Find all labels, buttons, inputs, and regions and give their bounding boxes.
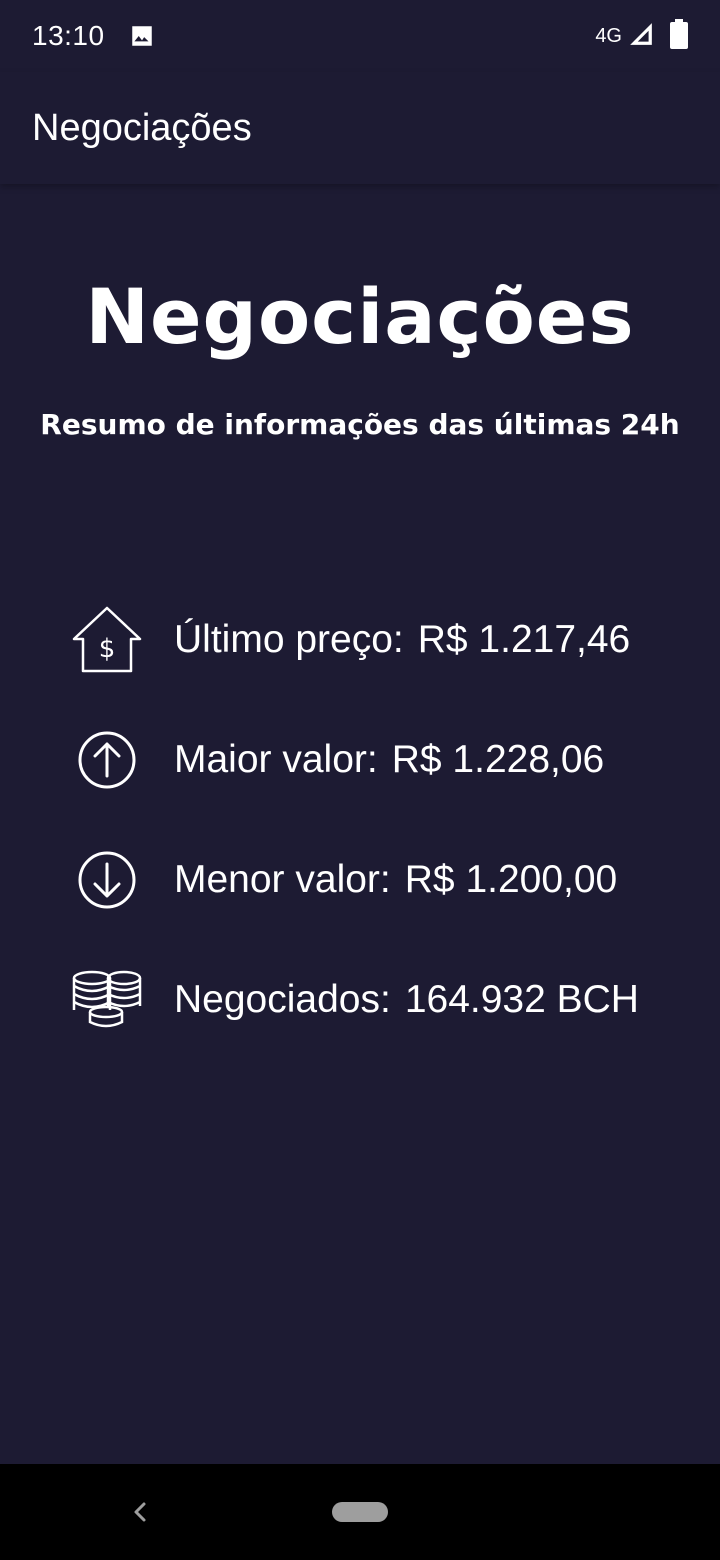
page-title: Negociações <box>85 272 635 361</box>
stats-list: $ Último preço: R$ 1.217,46 Maior valor: R… <box>72 580 692 1060</box>
home-button[interactable] <box>332 1502 388 1522</box>
arrow-down-circle-icon <box>72 845 142 915</box>
stat-value: R$ 1.200,00 <box>404 858 618 901</box>
stat-last-price: $ Último preço: R$ 1.217,46 <box>72 580 692 700</box>
back-icon[interactable] <box>126 1494 154 1530</box>
battery-icon <box>670 18 688 54</box>
page-subtitle: Resumo de informações das últimas 24h <box>40 408 680 441</box>
status-bar: 13:10 4G <box>0 0 720 72</box>
system-nav-bar <box>0 1464 720 1560</box>
stat-value: 164.932 BCH <box>404 978 639 1021</box>
image-icon <box>129 23 155 49</box>
status-indicators: 4G <box>595 18 688 54</box>
stat-value: R$ 1.228,06 <box>391 738 605 781</box>
stat-label: Negociados: <box>174 978 391 1021</box>
stat-traded-volume: Negociados: 164.932 BCH <box>72 940 692 1060</box>
signal-icon <box>628 21 654 52</box>
arrow-up-circle-icon <box>72 725 142 795</box>
stat-label: Maior valor: <box>174 738 378 781</box>
stat-lowest-value: Menor valor: R$ 1.200,00 <box>72 820 692 940</box>
stat-label: Último preço: <box>174 618 404 661</box>
app-bar: Negociações <box>0 72 720 184</box>
house-dollar-icon: $ <box>72 605 142 675</box>
network-type: 4G <box>595 24 622 47</box>
app-bar-title: Negociações <box>32 106 252 149</box>
svg-text:$: $ <box>99 634 116 664</box>
stat-value: R$ 1.217,46 <box>417 618 631 661</box>
coins-stack-icon <box>72 965 142 1035</box>
stat-highest-value: Maior valor: R$ 1.228,06 <box>72 700 692 820</box>
status-time: 13:10 <box>32 20 105 51</box>
stat-label: Menor valor: <box>174 858 391 901</box>
